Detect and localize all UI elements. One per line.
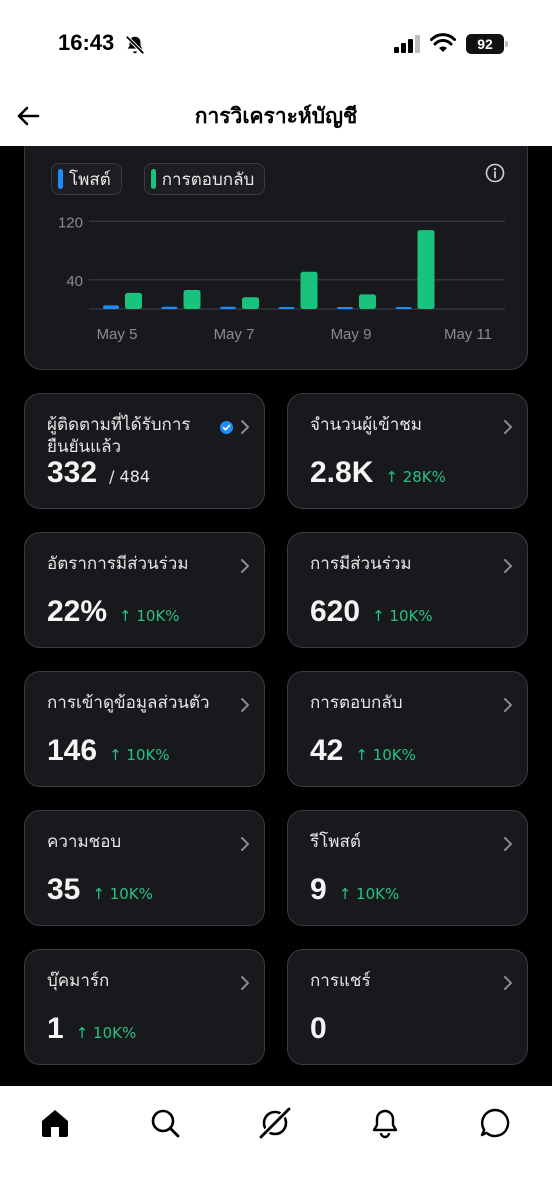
chevron-right-icon [241, 559, 249, 573]
stat-label: อัตราการมีส่วนร่วม [47, 554, 189, 574]
stat-row: 0 [310, 1012, 327, 1046]
stat-label: การแชร์ [310, 971, 371, 991]
chevron-right-icon [241, 837, 249, 851]
chevron-right-icon [504, 559, 512, 573]
stat-label: ผู้ติดตามที่ได้รับการยืนยันแล้ว [47, 415, 191, 457]
stat-label: รีโพสต์ [310, 832, 361, 852]
bar-posts [161, 306, 178, 309]
stat-change: ↑ 10K% [119, 607, 180, 625]
stat-card[interactable]: การเข้าดูข้อมูลส่วนตัว 146 ↑ 10K% [24, 671, 265, 787]
stat-change: ↑ 10K% [338, 885, 400, 903]
stat-card[interactable]: บุ๊คมาร์ก 1 ↑ 10K% [24, 949, 265, 1065]
stat-row: 9 ↑ 10K% [310, 873, 399, 907]
stat-row: 42 ↑ 10K% [310, 734, 416, 768]
stat-value: 9 [310, 873, 327, 906]
bar-replies [359, 294, 376, 309]
bell-off-icon [125, 35, 145, 55]
stat-value: 35 [47, 873, 81, 906]
analytics-content: โพสต์ การตอบกลับ 120 40 May 5 May 7 May 9 May… [0, 146, 552, 1086]
stat-card[interactable]: การมีส่วนร่วม 620 ↑ 10K% [287, 532, 528, 648]
x-tick-label: May 9 [331, 326, 372, 343]
page-title: การวิเคราะห์บัญชี [194, 104, 358, 128]
wifi-icon [430, 33, 456, 52]
bar-replies [300, 271, 318, 309]
stat-label: จำนวนผู้เข้าชม [310, 415, 422, 435]
bar-posts [395, 307, 412, 309]
x-tick-label: May 5 [97, 326, 138, 343]
stat-change: ↑ 10K% [75, 1024, 137, 1042]
stat-card[interactable]: อัตราการมีส่วนร่วม 22% ↑ 10K% [24, 532, 265, 648]
stat-row: 35 ↑ 10K% [47, 873, 153, 907]
grok-icon[interactable] [258, 1106, 292, 1140]
verified-badge-icon [219, 420, 234, 435]
chevron-right-icon [504, 420, 512, 434]
stat-row: 620 ↑ 10K% [310, 595, 433, 629]
x-tick-label: May 7 [214, 326, 255, 343]
bar-replies [183, 290, 201, 309]
battery-indicator: 92 [466, 34, 508, 54]
bar-posts [220, 306, 236, 309]
stat-label: บุ๊คมาร์ก [47, 971, 110, 991]
search-icon[interactable] [148, 1106, 182, 1140]
bar-posts [278, 307, 295, 309]
stat-change: ↑ 10K% [92, 885, 153, 903]
stat-change: ↑ 10K% [355, 746, 416, 764]
bar-replies [242, 297, 259, 309]
stat-value: 2.8K [310, 456, 374, 489]
stat-label: การตอบกลับ [310, 693, 403, 713]
bar-replies [417, 230, 435, 309]
bar-replies [125, 292, 142, 309]
stat-card[interactable]: การแชร์ 0 [287, 949, 528, 1065]
stat-label: การเข้าดูข้อมูลส่วนตัว [47, 693, 210, 713]
stat-total: / 484 [109, 467, 151, 486]
stat-change: ↑ 28K% [385, 468, 446, 486]
home-icon[interactable] [38, 1106, 72, 1140]
status-time: 16:43 [58, 30, 115, 55]
stat-change: ↑ 10K% [372, 607, 433, 625]
notifications-icon[interactable] [368, 1106, 402, 1140]
chevron-right-icon [241, 698, 249, 712]
stat-card[interactable]: ผู้ติดตามที่ได้รับการยืนยันแล้ว 332 / 484 [24, 393, 265, 509]
stat-change: ↑ 10K% [109, 746, 170, 764]
stat-label: การมีส่วนร่วม [310, 554, 412, 574]
stat-row: 332 / 484 [47, 456, 150, 490]
y-tick-label: 120 [58, 214, 83, 231]
stat-card[interactable]: การตอบกลับ 42 ↑ 10K% [287, 671, 528, 787]
bar-posts [103, 305, 119, 309]
stat-value: 620 [310, 595, 361, 628]
stat-row: 1 ↑ 10K% [47, 1012, 136, 1046]
stat-card[interactable]: จำนวนผู้เข้าชม 2.8K ↑ 28K% [287, 393, 528, 509]
stat-value: 1 [47, 1012, 64, 1045]
stat-value: 146 [47, 734, 98, 767]
stat-row: 2.8K ↑ 28K% [310, 456, 446, 490]
stat-value: 22% [47, 595, 108, 628]
chevron-right-icon [504, 976, 512, 990]
chevron-right-icon [241, 976, 249, 990]
stat-label: ความชอบ [47, 832, 122, 852]
stat-value: 42 [310, 734, 344, 767]
chevron-right-icon [504, 837, 512, 851]
activity-chart-card: โพสต์ การตอบกลับ 120 40 May 5 May 7 May 9 May… [24, 146, 528, 370]
bar-chart: 120 40 May 5 May 7 May 9 May 11 [58, 214, 505, 343]
y-tick-label: 40 [66, 273, 83, 290]
stat-value: 332 [47, 456, 98, 489]
stat-row: 146 ↑ 10K% [47, 734, 170, 768]
bottom-navigation [0, 1086, 552, 1200]
chevron-right-icon [241, 420, 249, 434]
x-tick-label: May 11 [444, 326, 492, 343]
stat-value: 0 [310, 1012, 327, 1045]
stat-card[interactable]: รีโพสต์ 9 ↑ 10K% [287, 810, 528, 926]
chevron-right-icon [504, 698, 512, 712]
bar-posts [337, 307, 353, 309]
messages-icon[interactable] [478, 1106, 512, 1140]
stat-card[interactable]: ความชอบ 35 ↑ 10K% [24, 810, 265, 926]
stat-row: 22% ↑ 10K% [47, 595, 180, 629]
status-bar: 16:43 92 [0, 0, 552, 86]
header: การวิเคราะห์บัญชี [0, 86, 552, 146]
signal-icon [394, 35, 420, 53]
